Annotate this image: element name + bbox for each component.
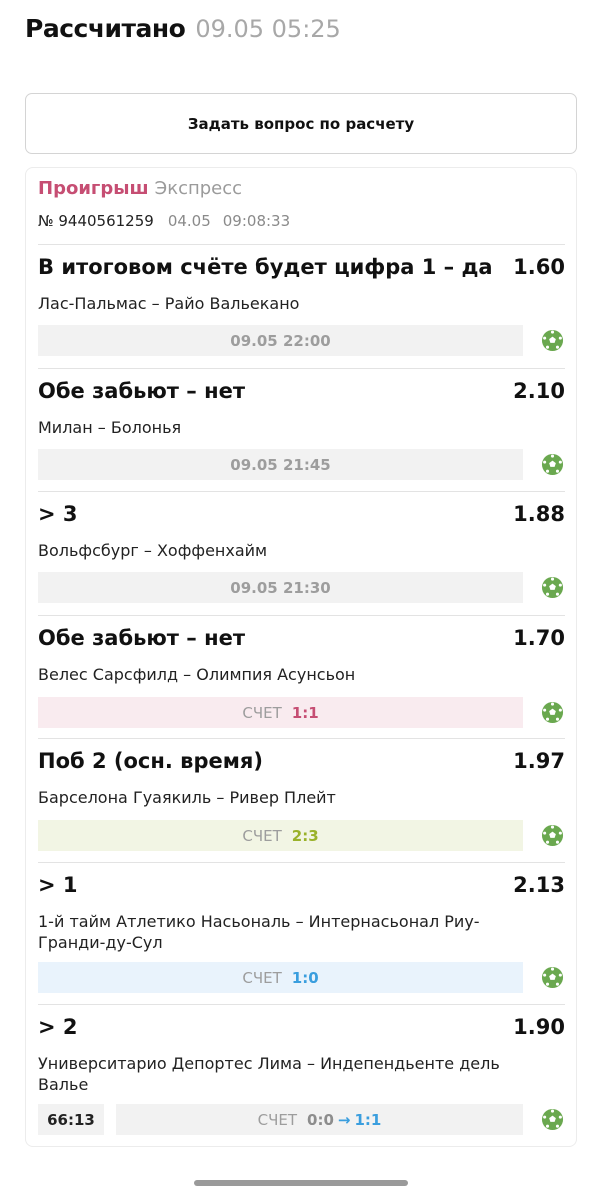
event-market: Поб 2 (осн. время): [38, 749, 263, 773]
event-start-time: 09.05 21:45: [38, 449, 523, 480]
event-teams: Барселона Гуаякиль – Ривер Плейт: [38, 788, 336, 807]
event-odds: 1.60: [513, 255, 565, 279]
event-row[interactable]: > 1 2.13 1-й тайм Атлетико Насьональ – И…: [38, 862, 565, 1004]
event-score-bar: СЧЕТ 0:0 → 1:1: [116, 1104, 523, 1135]
football-icon: [541, 329, 564, 352]
score-to: 1:1: [354, 1110, 382, 1129]
event-market: > 3: [38, 502, 78, 526]
home-indicator[interactable]: [194, 1180, 408, 1186]
event-market: Обе забьют – нет: [38, 626, 246, 650]
event-row[interactable]: Обе забьют – нет 1.70 Велес Сарсфилд – О…: [38, 615, 565, 738]
event-market: В итоговом счёте будет цифра 1 – да: [38, 255, 493, 279]
ask-question-button[interactable]: Задать вопрос по расчету: [25, 93, 577, 154]
event-score-bar: СЧЕТ 1:1: [38, 697, 523, 728]
coupon-number: № 9440561259: [38, 212, 154, 230]
live-match-time: 66:13: [38, 1104, 104, 1135]
page-title: Рассчитано: [25, 14, 186, 43]
football-icon: [541, 701, 564, 724]
event-time-value: 09.05 21:45: [230, 455, 331, 474]
event-start-time: 09.05 21:30: [38, 572, 523, 603]
coupon-date: 04.05: [167, 212, 211, 230]
event-odds: 1.97: [513, 749, 565, 773]
coupon-type: Экспресс: [154, 178, 243, 199]
event-row[interactable]: > 2 1.90 Университарио Депортес Лима – И…: [38, 1004, 565, 1146]
football-icon: [541, 824, 564, 847]
coupon-meta: № 9440561259 04.05 09:08:33: [38, 212, 290, 230]
settled-date: 09.05 05:25: [195, 15, 341, 43]
coupon-time: 09:08:33: [222, 212, 291, 230]
event-teams: Университарио Депортес Лима – Индепендье…: [38, 1054, 500, 1094]
event-score-bar: СЧЕТ 1:0: [38, 962, 523, 993]
event-row[interactable]: > 3 1.88 Вольфсбург – Хоффенхайм 09.05 2…: [38, 491, 565, 615]
event-start-time: 09.05 22:00: [38, 325, 523, 356]
score-label: СЧЕТ: [257, 1110, 298, 1129]
event-odds: 2.13: [513, 873, 565, 897]
event-teams: 1-й тайм Атлетико Насьональ – Интернасьо…: [38, 912, 480, 952]
coupon-card: Проигрыш Экспресс № 9440561259 04.05 09:…: [25, 167, 577, 1147]
event-time-value: 09.05 21:30: [230, 578, 331, 597]
event-row[interactable]: В итоговом счёте будет цифра 1 – да 1.60…: [38, 244, 565, 368]
coupon-status-line: Проигрыш Экспресс: [38, 178, 242, 199]
event-odds: 1.70: [513, 626, 565, 650]
football-icon: [541, 453, 564, 476]
event-odds: 1.90: [513, 1015, 565, 1039]
event-teams: Лас-Пальмас – Райо Вальекано: [38, 294, 300, 313]
event-teams: Милан – Болонья: [38, 418, 182, 437]
event-list: В итоговом счёте будет цифра 1 – да 1.60…: [38, 244, 565, 1146]
event-teams: Велес Сарсфилд – Олимпия Асунсьон: [38, 665, 356, 684]
page-header: Рассчитано 09.05 05:25: [25, 14, 341, 48]
event-row[interactable]: Обе забьют – нет 2.10 Милан – Болонья 09…: [38, 368, 565, 491]
score-value: 1:1: [291, 703, 319, 722]
football-icon: [541, 576, 564, 599]
coupon-header: Проигрыш Экспресс № 9440561259 04.05 09:…: [38, 178, 290, 230]
event-teams: Вольфсбург – Хоффенхайм: [38, 541, 268, 560]
score-value: 2:3: [291, 826, 319, 845]
coupon-status: Проигрыш: [38, 178, 149, 199]
event-odds: 1.88: [513, 502, 565, 526]
event-market: > 1: [38, 873, 78, 897]
event-odds: 2.10: [513, 379, 565, 403]
football-icon: [541, 1108, 564, 1131]
arrow-right-icon: →: [337, 1110, 351, 1129]
event-market: Обе забьют – нет: [38, 379, 246, 403]
event-score-bar: СЧЕТ 2:3: [38, 820, 523, 851]
score-label: СЧЕТ: [242, 826, 282, 845]
football-icon: [541, 966, 564, 989]
score-from: 0:0: [307, 1110, 334, 1129]
score-label: СЧЕТ: [242, 968, 282, 987]
event-market: > 2: [38, 1015, 78, 1039]
event-row[interactable]: Поб 2 (осн. время) 1.97 Барселона Гуаяки…: [38, 738, 565, 862]
score-value: 1:0: [291, 968, 319, 987]
score-label: СЧЕТ: [242, 703, 282, 722]
event-time-value: 09.05 22:00: [230, 331, 331, 350]
